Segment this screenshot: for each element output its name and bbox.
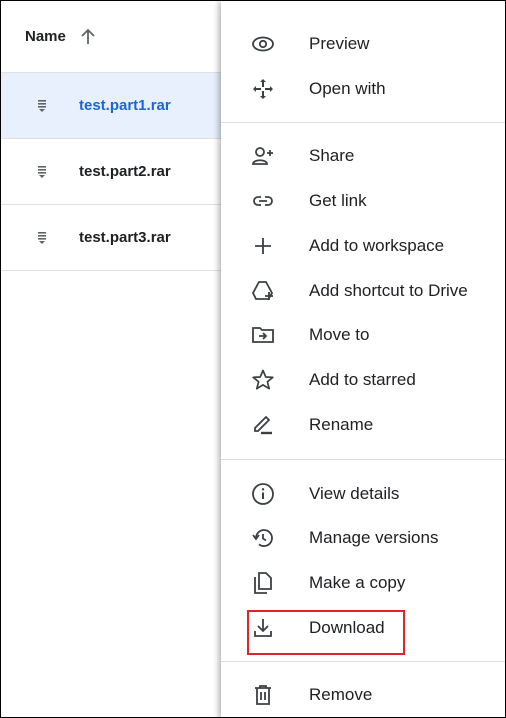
info-icon <box>251 482 275 506</box>
history-icon <box>251 526 275 550</box>
menu-item-label: Preview <box>309 34 370 53</box>
menu-item-move-to[interactable]: Move to <box>221 314 505 356</box>
menu-item-download[interactable]: Download <box>221 607 505 649</box>
menu-divider <box>221 661 505 662</box>
menu-item-label: Share <box>309 146 355 165</box>
menu-item-manage-versions[interactable]: Manage versions <box>221 517 505 559</box>
file-row-selected[interactable]: test.part1.rar <box>1 73 241 139</box>
menu-item-label: Get link <box>309 191 367 210</box>
menu-item-label: View details <box>309 484 400 503</box>
menu-item-label: Open with <box>309 79 386 98</box>
eye-icon <box>251 32 275 56</box>
archive-file-icon <box>38 99 46 112</box>
menu-item-view-details[interactable]: View details <box>221 473 505 515</box>
window-frame: Name test.part1.rar test.part2.rar test.… <box>0 0 506 718</box>
menu-item-label: Rename <box>309 415 374 434</box>
drive-shortcut-icon <box>251 279 275 303</box>
archive-file-icon <box>38 165 46 178</box>
menu-item-label: Add shortcut to Drive <box>309 281 468 300</box>
file-row[interactable]: test.part2.rar <box>1 139 241 205</box>
menu-item-label: Remove <box>309 685 373 704</box>
menu-item-make-a-copy[interactable]: Make a copy <box>221 562 505 604</box>
menu-item-label: Move to <box>309 325 370 344</box>
file-name: test.part3.rar <box>79 229 171 246</box>
menu-item-label: Make a copy <box>309 573 406 592</box>
menu-item-get-link[interactable]: Get link <box>221 180 505 222</box>
archive-file-icon <box>38 231 46 244</box>
menu-item-label: Download <box>309 618 385 637</box>
menu-item-remove[interactable]: Remove <box>221 674 505 716</box>
sort-ascending-arrow-icon[interactable] <box>80 28 96 46</box>
pencil-icon <box>251 413 275 437</box>
file-list: Name test.part1.rar test.part2.rar test.… <box>1 1 241 717</box>
plus-icon <box>251 234 275 258</box>
link-icon <box>251 189 275 213</box>
name-column-header[interactable]: Name <box>1 1 241 73</box>
file-name: test.part2.rar <box>79 163 171 180</box>
star-icon <box>251 368 275 392</box>
folder-move-icon <box>251 323 275 347</box>
menu-item-add-shortcut[interactable]: Add shortcut to Drive <box>221 270 505 312</box>
menu-item-label: Add to workspace <box>309 236 445 255</box>
menu-item-label: Manage versions <box>309 528 439 547</box>
menu-item-share[interactable]: Share <box>221 135 505 177</box>
menu-item-label: Add to starred <box>309 370 416 389</box>
copy-icon <box>251 571 275 595</box>
menu-item-open-with[interactable]: Open with <box>221 68 505 110</box>
menu-item-rename[interactable]: Rename <box>221 404 505 446</box>
trash-icon <box>251 683 275 707</box>
context-menu: Preview Open with Share Get link Add to … <box>221 1 505 717</box>
menu-item-preview[interactable]: Preview <box>221 23 505 65</box>
file-name: test.part1.rar <box>79 97 171 114</box>
menu-item-add-to-workspace[interactable]: Add to workspace <box>221 225 505 267</box>
download-icon <box>251 616 275 640</box>
menu-divider <box>221 122 505 123</box>
menu-divider <box>221 459 505 460</box>
file-row[interactable]: test.part3.rar <box>1 205 241 271</box>
name-column-label: Name <box>25 28 66 45</box>
menu-item-add-to-starred[interactable]: Add to starred <box>221 359 505 401</box>
person-add-icon <box>251 144 275 168</box>
move-arrows-icon <box>251 77 275 101</box>
